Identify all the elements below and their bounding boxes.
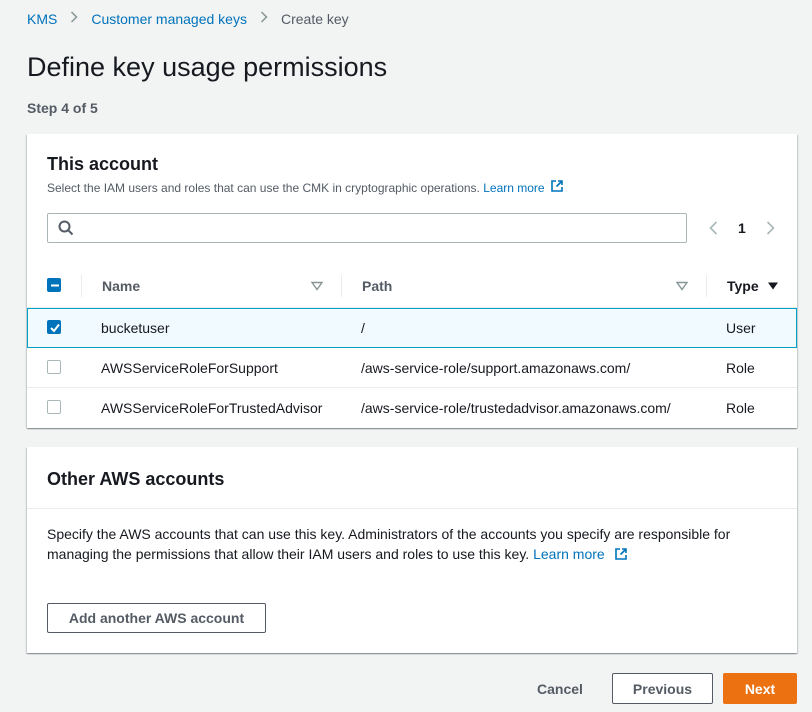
breadcrumb-kms[interactable]: KMS [27,11,57,27]
principals-table: Name Path Type bucketuser / User AWSServ… [27,263,797,428]
row-checkbox[interactable] [47,400,61,414]
select-all-checkbox[interactable] [47,278,61,292]
this-account-title: This account [47,154,159,174]
chevron-right-icon [70,10,78,27]
chevron-right-icon [260,10,268,27]
column-divider [706,275,707,297]
row-checkbox[interactable] [47,320,61,334]
cell-type: Role [726,360,755,376]
next-page-button[interactable] [763,218,779,238]
breadcrumb-current: Create key [280,10,349,27]
table-row[interactable]: AWSServiceRoleForTrustedAdvisor /aws-ser… [27,388,797,428]
table-row[interactable]: AWSServiceRoleForSupport /aws-service-ro… [27,348,797,388]
divider [27,508,797,509]
column-header-type[interactable]: Type [727,263,759,308]
column-divider [81,275,82,297]
column-header-name[interactable]: Name [102,263,140,308]
breadcrumb: KMS Customer managed keys Create key [27,10,349,27]
cell-type: Role [726,400,755,416]
current-page-number[interactable]: 1 [738,220,746,236]
search-icon [58,220,74,241]
other-accounts-panel: Other AWS accounts Specify the AWS accou… [27,447,797,653]
next-button[interactable]: Next [723,673,797,704]
other-accounts-description: Specify the AWS accounts that can use th… [47,524,777,566]
external-link-icon[interactable] [550,179,564,196]
sort-down-icon[interactable] [311,263,323,308]
previous-page-button[interactable] [705,218,721,238]
this-account-panel: This account Select the IAM users and ro… [27,134,797,428]
learn-more-link[interactable]: Learn more [483,181,544,195]
column-header-path[interactable]: Path [362,263,392,308]
search-input[interactable] [47,213,687,243]
cell-path: / [361,320,365,336]
learn-more-link[interactable]: Learn more [533,546,605,562]
sort-down-icon[interactable] [676,263,688,308]
other-accounts-title: Other AWS accounts [47,469,225,489]
breadcrumb-customer-managed-keys[interactable]: Customer managed keys [91,11,247,27]
row-checkbox[interactable] [47,360,61,374]
pagination: 1 [705,218,779,238]
cell-name: bucketuser [101,320,170,336]
other-accounts-description-text: Specify the AWS accounts that can use th… [47,526,731,562]
cell-name: AWSServiceRoleForTrustedAdvisor [101,400,323,416]
cell-type: User [726,320,756,336]
cancel-button[interactable]: Cancel [537,673,583,704]
table-header: Name Path Type [27,263,797,308]
column-divider [341,275,342,297]
step-indicator: Step 4 of 5 [27,100,98,116]
add-another-aws-account-button[interactable]: Add another AWS account [47,603,266,633]
previous-button[interactable]: Previous [612,673,713,704]
this-account-description: Select the IAM users and roles that can … [47,179,564,196]
cell-path: /aws-service-role/trustedadvisor.amazona… [361,400,671,416]
cell-name: AWSServiceRoleForSupport [101,360,278,376]
sort-descending-icon[interactable] [767,263,779,308]
external-link-icon[interactable] [614,546,628,566]
cell-path: /aws-service-role/support.amazonaws.com/ [361,360,631,376]
page-title: Define key usage permissions [27,52,388,82]
table-row[interactable]: bucketuser / User [27,308,797,348]
this-account-description-text: Select the IAM users and roles that can … [47,180,480,195]
